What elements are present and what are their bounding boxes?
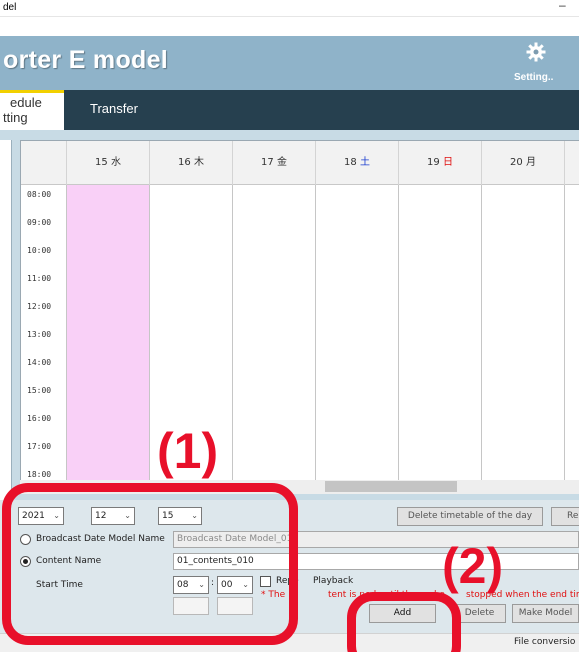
tab-schedule-setting[interactable]: edule tting xyxy=(0,90,64,130)
tab-schedule-label-line1: edule xyxy=(10,95,42,110)
day-column[interactable] xyxy=(564,185,579,490)
day-of-week: 日 xyxy=(442,157,453,168)
day-header[interactable]: 18 土 xyxy=(315,141,398,185)
day-header[interactable]: 16 木 xyxy=(149,141,232,185)
title-divider xyxy=(0,16,579,17)
setting-label: Setting.. xyxy=(514,72,554,83)
day-number: 15 xyxy=(95,157,108,168)
time-label: 10:00 xyxy=(27,246,52,255)
day-column[interactable] xyxy=(232,185,315,490)
day-column[interactable] xyxy=(315,185,398,490)
weekly-timetable: 15 水 16 木 17 金 18 土 19 日 20 月 08:00 09:0… xyxy=(20,140,579,490)
repeat-playback-label-tail: Playback xyxy=(313,576,354,586)
tab-bar: edule tting Transfer xyxy=(0,90,579,130)
time-label: 15:00 xyxy=(27,386,52,395)
time-column: 08:00 09:00 10:00 11:00 12:00 13:00 14:0… xyxy=(21,185,66,490)
time-label: 11:00 xyxy=(27,274,52,283)
time-label: 16:00 xyxy=(27,414,52,423)
app-header: orter E model Setting.. xyxy=(0,36,579,90)
tab-schedule-label-line2: tting xyxy=(3,110,28,125)
day-number: 16 xyxy=(178,157,191,168)
side-panel-edge xyxy=(0,140,12,500)
day-number: 20 xyxy=(510,157,523,168)
app-title: orter E model xyxy=(3,46,169,74)
day-number: 19 xyxy=(427,157,440,168)
time-label: 08:00 xyxy=(27,190,52,199)
day-of-week: 木 xyxy=(193,157,204,168)
day-header[interactable]: 17 金 xyxy=(232,141,315,185)
day-column-selected[interactable] xyxy=(66,185,149,490)
gear-icon xyxy=(526,42,546,62)
status-text: File conversio xyxy=(514,637,576,647)
day-number: 18 xyxy=(344,157,357,168)
day-of-week: 月 xyxy=(525,157,536,168)
day-header[interactable]: 19 日 xyxy=(398,141,481,185)
tab-transfer[interactable]: Transfer xyxy=(90,101,138,116)
make-model-button[interactable]: Make Model xyxy=(512,604,579,623)
day-header-row: 15 水 16 木 17 金 18 土 19 日 20 月 xyxy=(21,141,579,185)
time-label: 09:00 xyxy=(27,218,52,227)
day-of-week: 水 xyxy=(110,157,121,168)
day-header[interactable]: 15 水 xyxy=(66,141,149,185)
window-title: del xyxy=(3,2,17,13)
window-title-bar: del – xyxy=(0,0,579,36)
day-of-week: 金 xyxy=(276,157,287,168)
day-column[interactable] xyxy=(481,185,564,490)
time-label: 13:00 xyxy=(27,330,52,339)
time-label: 12:00 xyxy=(27,302,52,311)
setting-button[interactable]: Setting.. xyxy=(509,42,563,86)
time-label: 17:00 xyxy=(27,442,52,451)
annotation-box-1 xyxy=(2,483,298,645)
minimize-button[interactable]: – xyxy=(559,0,566,12)
schedule-panel: 15 水 16 木 17 金 18 土 19 日 20 月 08:00 09:0… xyxy=(0,130,579,500)
day-header xyxy=(564,141,579,185)
time-label: 18:00 xyxy=(27,470,52,479)
delete-day-timetable-button[interactable]: Delete timetable of the day xyxy=(397,507,543,526)
time-label: 14:00 xyxy=(27,358,52,367)
day-number: 17 xyxy=(261,157,274,168)
reload-button[interactable]: Re xyxy=(551,507,579,526)
day-of-week: 土 xyxy=(359,157,370,168)
day-header[interactable]: 20 月 xyxy=(481,141,564,185)
scrollbar-thumb[interactable] xyxy=(325,481,457,492)
day-column[interactable] xyxy=(398,185,481,490)
annotation-label-1: (1) xyxy=(157,423,219,479)
annotation-box-2 xyxy=(347,592,461,652)
annotation-label-2: (2) xyxy=(442,538,504,594)
